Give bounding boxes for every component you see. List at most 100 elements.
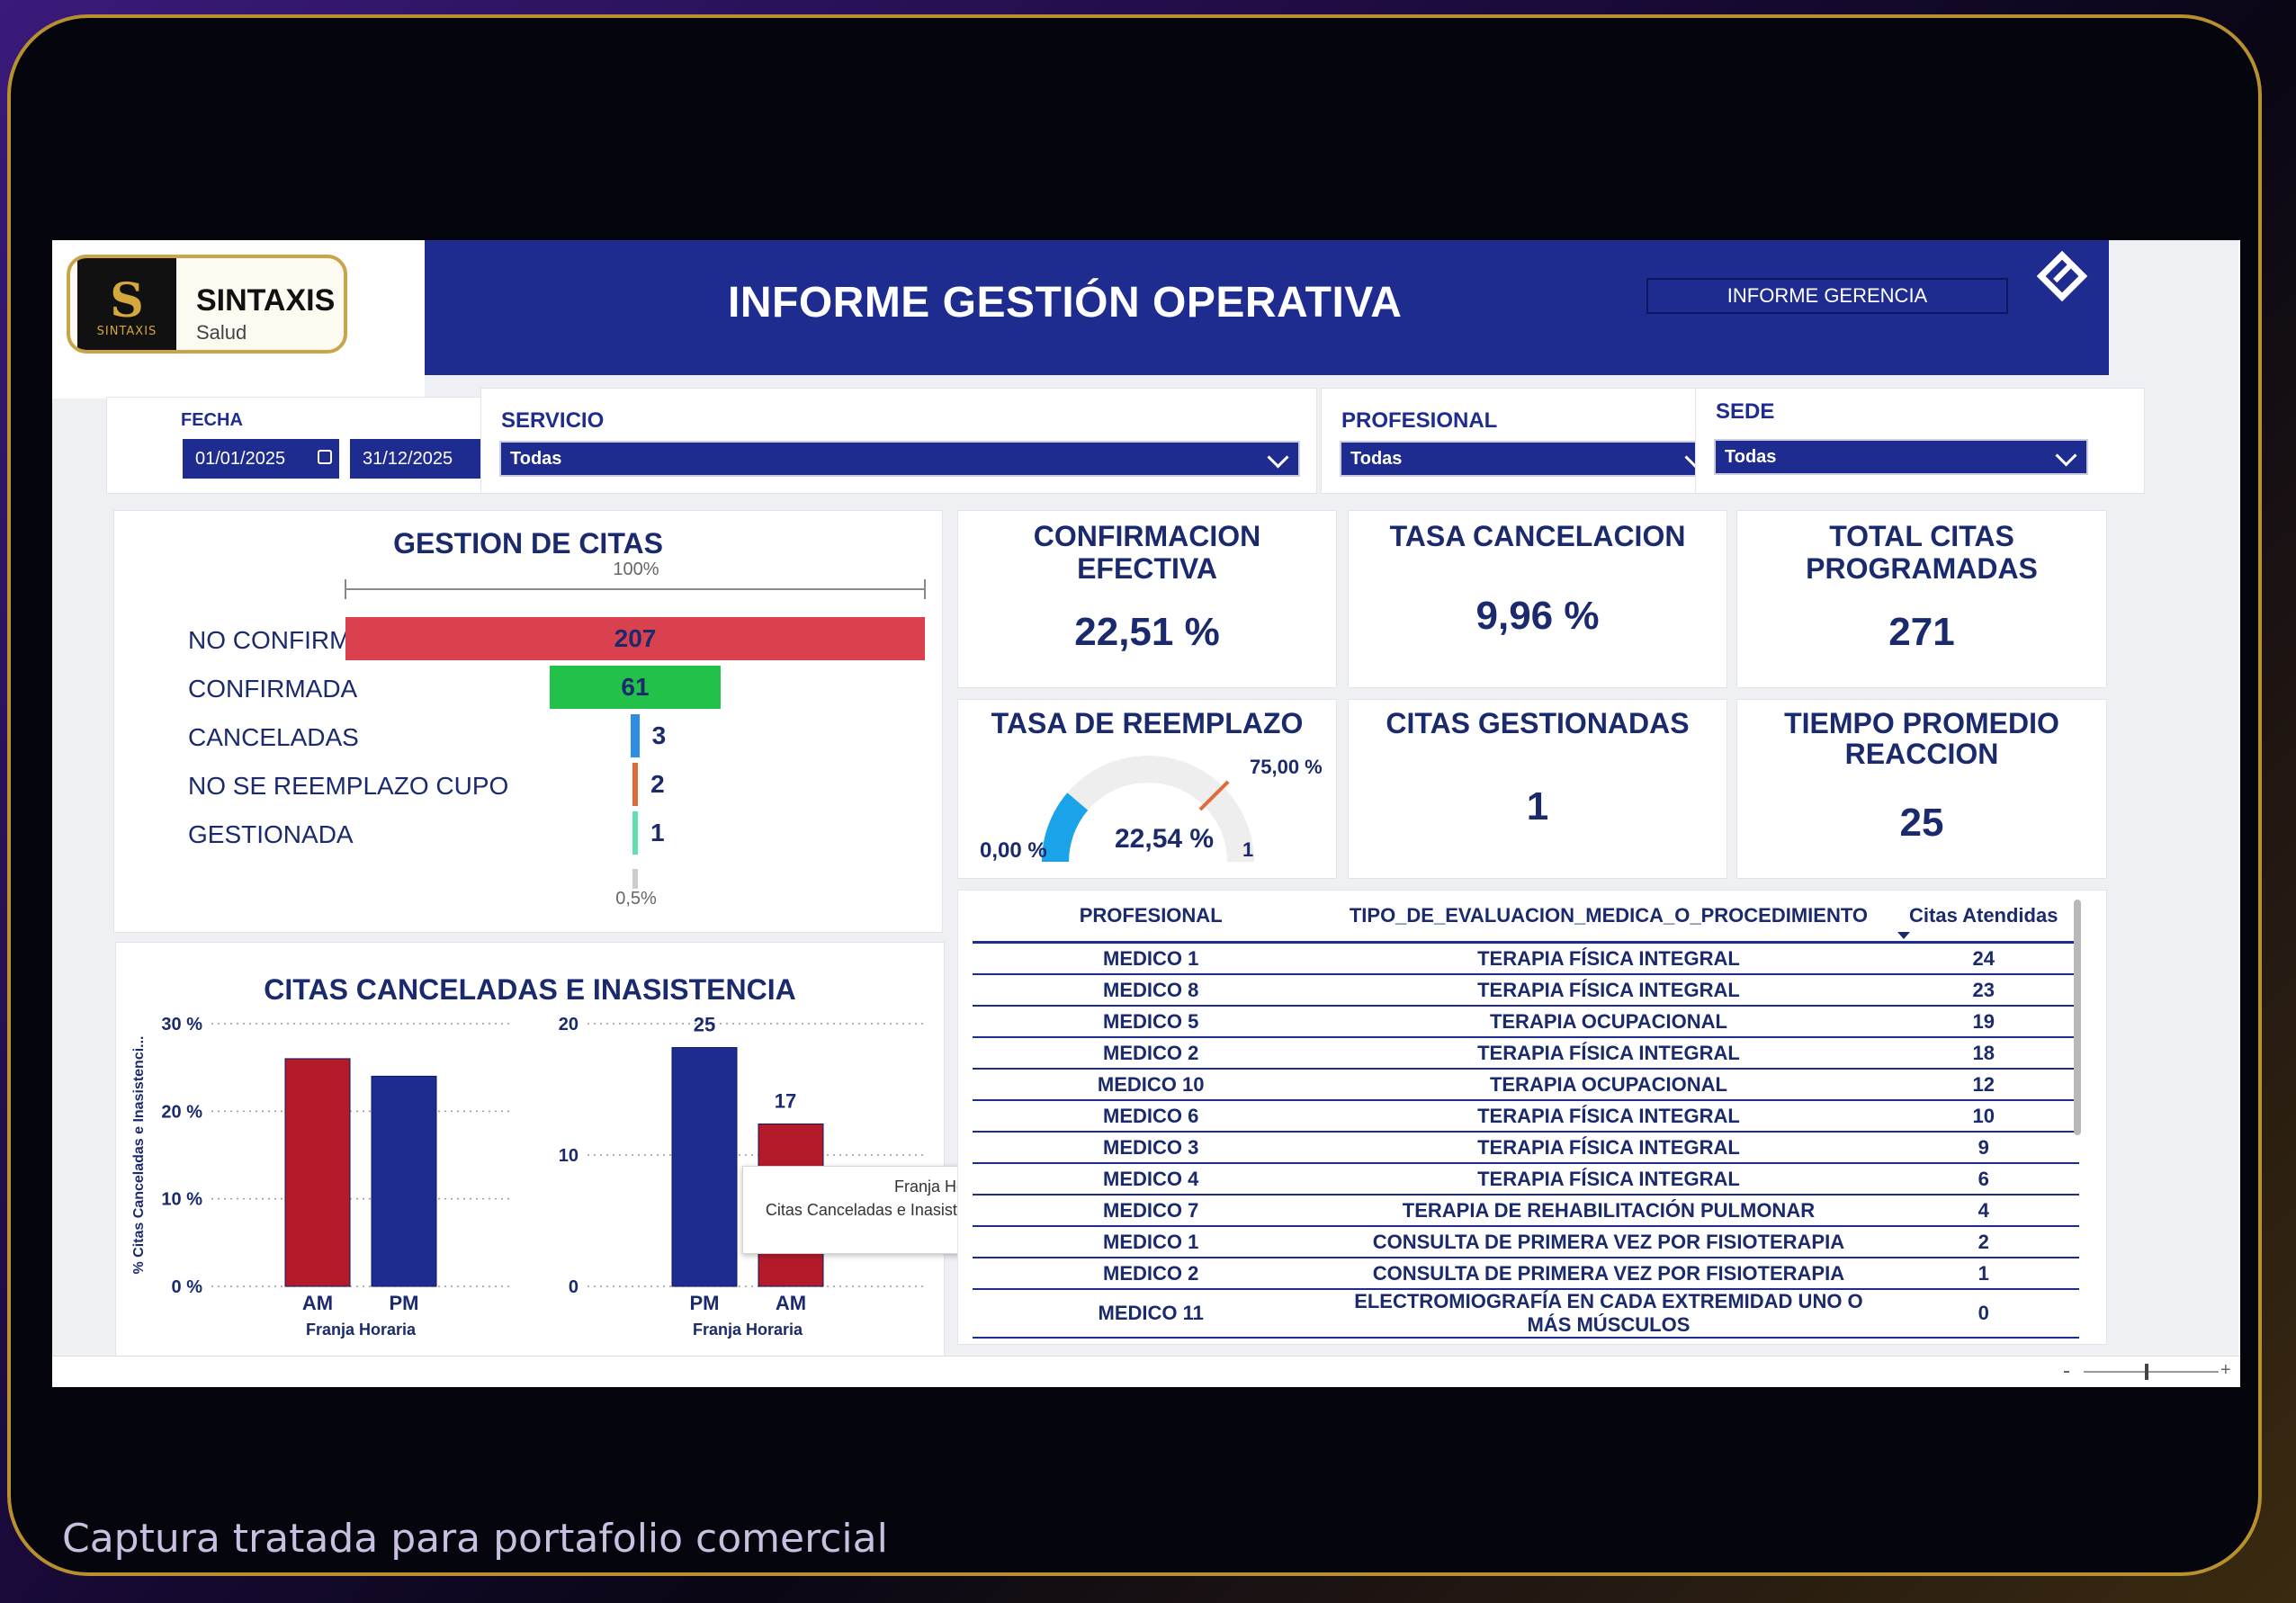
scale-line <box>345 588 926 590</box>
table-cell: MEDICO 1 <box>973 1226 1330 1258</box>
table-row[interactable]: MEDICO 5 TERAPIA OCUPACIONAL 19 <box>973 1006 2079 1038</box>
logo-sub: Salud <box>196 321 247 344</box>
navigate-diamond-icon[interactable] <box>2036 250 2088 302</box>
table-cell: 4 <box>1888 1195 2079 1227</box>
table-row[interactable]: MEDICO 3 TERAPIA FÍSICA INTEGRAL 9 <box>973 1132 2079 1164</box>
table-cell: TERAPIA FÍSICA INTEGRAL <box>1329 1132 1888 1164</box>
table-row[interactable]: MEDICO 4 TERAPIA FÍSICA INTEGRAL 6 <box>973 1163 2079 1196</box>
profesional-label: PROFESIONAL <box>1341 408 1498 433</box>
column-header[interactable]: PROFESIONAL <box>973 891 1330 944</box>
data-label: 25 <box>694 1014 715 1036</box>
sort-desc-icon[interactable] <box>1897 932 1910 939</box>
powerbi-report: S SINTAXIS SINTAXIS Salud INFORME GESTIÓN… <box>52 240 2240 1387</box>
data-table: PROFESIONAL TIPO_DE_EVALUACION_MEDICA_O_… <box>973 891 2079 1339</box>
kpi-citas-gestionadas: CITAS GESTIONADAS 1 <box>1348 699 1727 879</box>
table-row[interactable]: MEDICO 8 TERAPIA FÍSICA INTEGRAL 23 <box>973 974 2079 1007</box>
column-header[interactable]: TIPO_DE_EVALUACION_MEDICA_O_PROCEDIMIENT… <box>1329 891 1888 944</box>
y-tick-label: 20 <box>559 1015 578 1034</box>
table-cell: TERAPIA FÍSICA INTEGRAL <box>1329 974 1888 1007</box>
table-row[interactable]: MEDICO 2 TERAPIA FÍSICA INTEGRAL 18 <box>973 1037 2079 1070</box>
table-cell: 24 <box>1888 942 2079 975</box>
kpi-value: 22,51 % <box>1074 610 1220 654</box>
gauge-min-label: 0,00 % <box>980 838 1047 863</box>
sede-label: SEDE <box>1716 399 1775 424</box>
bar <box>284 1058 351 1287</box>
x-tick-label: PM <box>390 1292 419 1314</box>
kpi-cancelacion: TASA CANCELACION 9,96 % <box>1348 510 1727 688</box>
kpi-title: TASA CANCELACION <box>1389 520 1686 552</box>
table-cell: 9 <box>1888 1132 2079 1164</box>
funnel-bar[interactable] <box>632 763 639 806</box>
table-row[interactable]: MEDICO 7 TERAPIA DE REHABILITACIÓN PULMON… <box>973 1195 2079 1227</box>
zoom-slider-thumb[interactable] <box>2145 1364 2148 1380</box>
informe-gerencia-button[interactable]: INFORME GERENCIA <box>1646 278 2008 314</box>
scrollbar[interactable] <box>2074 900 2081 1135</box>
table-row[interactable]: MEDICO 6 TERAPIA FÍSICA INTEGRAL 10 <box>973 1100 2079 1133</box>
y-tick-label: 0 % <box>172 1277 203 1297</box>
logo-name: SINTAXIS <box>196 283 336 318</box>
sede-dropdown[interactable]: Todas <box>1714 439 2088 475</box>
canceladas-title: CITAS CANCELADAS E INASISTENCIA <box>264 973 796 1006</box>
profesional-dropdown[interactable]: Todas <box>1340 441 1718 477</box>
funnel-label: GESTIONADA <box>188 820 354 848</box>
table-cell: ELECTROMIOGRAFÍA EN CADA EXTREMIDAD UNO … <box>1329 1289 1888 1339</box>
y-axis-label: % Citas Canceladas e Inasistenci... <box>131 1035 147 1274</box>
table-cell: CONSULTA DE PRIMERA VEZ POR FISIOTERAPIA <box>1329 1258 1888 1290</box>
x-tick-label: PM <box>690 1292 720 1314</box>
data-label: 17 <box>775 1089 796 1112</box>
table-cell: TERAPIA FÍSICA INTEGRAL <box>1329 1100 1888 1133</box>
sede-slicer: SEDE Todas <box>1695 388 2145 494</box>
table-cell: MEDICO 6 <box>973 1100 1330 1133</box>
table-cell: 0 <box>1888 1289 2079 1339</box>
table-row[interactable]: MEDICO 1 CONSULTA DE PRIMERA VEZ POR FISI… <box>973 1226 2079 1258</box>
table-cell: TERAPIA OCUPACIONAL <box>1329 1006 1888 1038</box>
kpi-title: CONFIRMACION <box>1033 520 1261 552</box>
caption-text: Captura tratada para portafolio comercia… <box>62 1516 888 1562</box>
gauge-value-label: 22,54 % <box>1115 824 1215 854</box>
funnel-label: CANCELADAS <box>188 723 359 751</box>
table-row[interactable]: MEDICO 1 TERAPIA FÍSICA INTEGRAL 24 <box>973 942 2079 975</box>
fecha-slicer: FECHA 01/01/2025 31/12/2025 <box>106 397 507 494</box>
table-cell: TERAPIA FÍSICA INTEGRAL <box>1329 1163 1888 1196</box>
table-cell: TERAPIA FÍSICA INTEGRAL <box>1329 1037 1888 1070</box>
kpi-title: PROGRAMADAS <box>1806 552 2038 585</box>
fecha-start-input[interactable]: 01/01/2025 <box>183 439 339 479</box>
table-row[interactable]: MEDICO 2 CONSULTA DE PRIMERA VEZ POR FISI… <box>973 1258 2079 1290</box>
table-header-row: PROFESIONAL TIPO_DE_EVALUACION_MEDICA_O_… <box>973 891 2079 944</box>
kpi-value: 1 <box>1526 784 1549 828</box>
column-header[interactable]: Citas Atendidas <box>1888 891 2079 944</box>
zoom-in-icon[interactable]: + <box>2220 1360 2231 1381</box>
bar <box>671 1047 738 1287</box>
zoom-slider[interactable] <box>2084 1371 2219 1373</box>
zoom-out-icon[interactable] <box>2064 1371 2069 1373</box>
y-tick-label: 0 <box>569 1277 578 1297</box>
x-axis-label: Franja Horaria <box>306 1321 417 1339</box>
table-cell: MEDICO 11 <box>973 1289 1330 1339</box>
funnel-bar[interactable] <box>631 714 640 757</box>
calendar-icon[interactable] <box>318 450 332 464</box>
profesional-slicer: PROFESIONAL Todas <box>1321 388 1736 494</box>
report-header: INFORME GESTIÓN OPERATIVA INFORME GERENC… <box>425 240 2109 375</box>
canceladas-chart-panel: CITAS CANCELADAS E INASISTENCIA 30 % 20 %… <box>115 942 1061 1365</box>
y-tick-label: 30 % <box>161 1015 202 1034</box>
table-cell: 19 <box>1888 1006 2079 1038</box>
kpi-title: TIEMPO PROMEDIO <box>1784 707 2059 739</box>
servicio-label: SERVICIO <box>501 408 605 433</box>
kpi-title: CITAS GESTIONADAS <box>1386 707 1690 739</box>
table-cell: TERAPIA DE REHABILITACIÓN PULMONAR <box>1329 1195 1888 1227</box>
kpi-value: 271 <box>1888 610 1955 654</box>
table-cell: MEDICO 7 <box>973 1195 1330 1227</box>
bar <box>371 1075 437 1287</box>
table-cell: 6 <box>1888 1163 2079 1196</box>
table-row[interactable]: MEDICO 11 ELECTROMIOGRAFÍA EN CADA EXTREM… <box>973 1289 2079 1339</box>
kpi-title: TOTAL CITAS <box>1829 520 2014 552</box>
funnel-label: CONFIRMADA <box>188 675 358 703</box>
fecha-label: FECHA <box>181 410 243 430</box>
table-row[interactable]: MEDICO 10 TERAPIA OCUPACIONAL 12 <box>973 1069 2079 1101</box>
servicio-dropdown[interactable]: Todas <box>499 441 1300 477</box>
table-cell: TERAPIA OCUPACIONAL <box>1329 1069 1888 1101</box>
funnel-value: 207 <box>614 624 657 652</box>
funnel-bar[interactable] <box>632 811 638 855</box>
x-tick-label: AM <box>776 1292 806 1314</box>
page-title: INFORME GESTIÓN OPERATIVA <box>728 279 1403 327</box>
